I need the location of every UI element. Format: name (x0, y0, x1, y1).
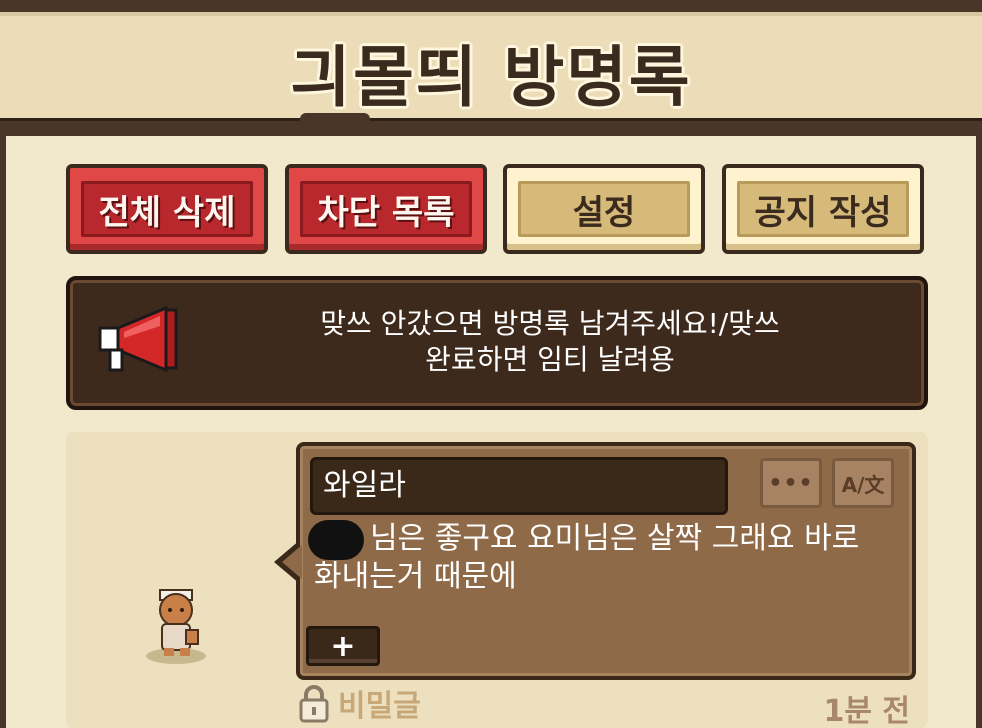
more-options-button[interactable]: ••• (760, 458, 822, 508)
more-icon: ••• (768, 470, 814, 496)
entry-message: 님은 좋구요 요미님은 살짝 그래요 바로 화내는거 때문에 (314, 520, 894, 596)
delete-all-button[interactable]: 전체 삭제 (66, 164, 268, 254)
avatar (146, 589, 206, 664)
settings-button[interactable]: 설정 (503, 164, 705, 254)
message-line-1: 님은 좋구요 요미님은 살짝 그래요 바로 (370, 521, 860, 556)
message-line-2: 화내는거 때문에 (314, 559, 517, 594)
settings-label: 설정 (518, 181, 690, 237)
notice-line-2: 완료하면 임티 날려용 (425, 343, 675, 376)
notice-bar[interactable]: 맞쓰 안갔으면 방명록 남겨주세요!/맞쓰 완료하면 임티 날려용 (66, 276, 928, 410)
write-notice-button[interactable]: 공지 작성 (722, 164, 924, 254)
lock-icon (299, 685, 329, 723)
add-reply-button[interactable]: + (306, 626, 380, 666)
author-name[interactable]: 와일라 (310, 457, 728, 515)
block-list-label: 차단 목록 (300, 181, 472, 237)
redaction-mark (308, 520, 364, 560)
translate-button[interactable]: A/文 (832, 458, 894, 508)
secret-post-indicator: 비밀글 (298, 682, 421, 724)
block-list-button[interactable]: 차단 목록 (285, 164, 487, 254)
delete-all-label: 전체 삭제 (81, 181, 253, 237)
translate-icon: A/文 (841, 472, 885, 497)
page-title: 긔몰띄 방명록 (290, 39, 692, 116)
header-bottom-border (0, 113, 982, 136)
secret-label: 비밀글 (338, 689, 421, 724)
notice-line-1: 맞쓰 안갔으면 방명록 남겨주세요!/맞쓰 (320, 307, 780, 340)
megaphone-icon (98, 305, 178, 373)
write-notice-label: 공지 작성 (737, 181, 909, 237)
speech-bubble-tail-inner (282, 545, 302, 579)
entry-timestamp: 1분 전 (823, 694, 910, 728)
notice-text: 맞쓰 안갔으면 방명록 남겨주세요!/맞쓰 완료하면 임티 날려용 (230, 306, 870, 378)
plus-icon: + (330, 628, 356, 664)
